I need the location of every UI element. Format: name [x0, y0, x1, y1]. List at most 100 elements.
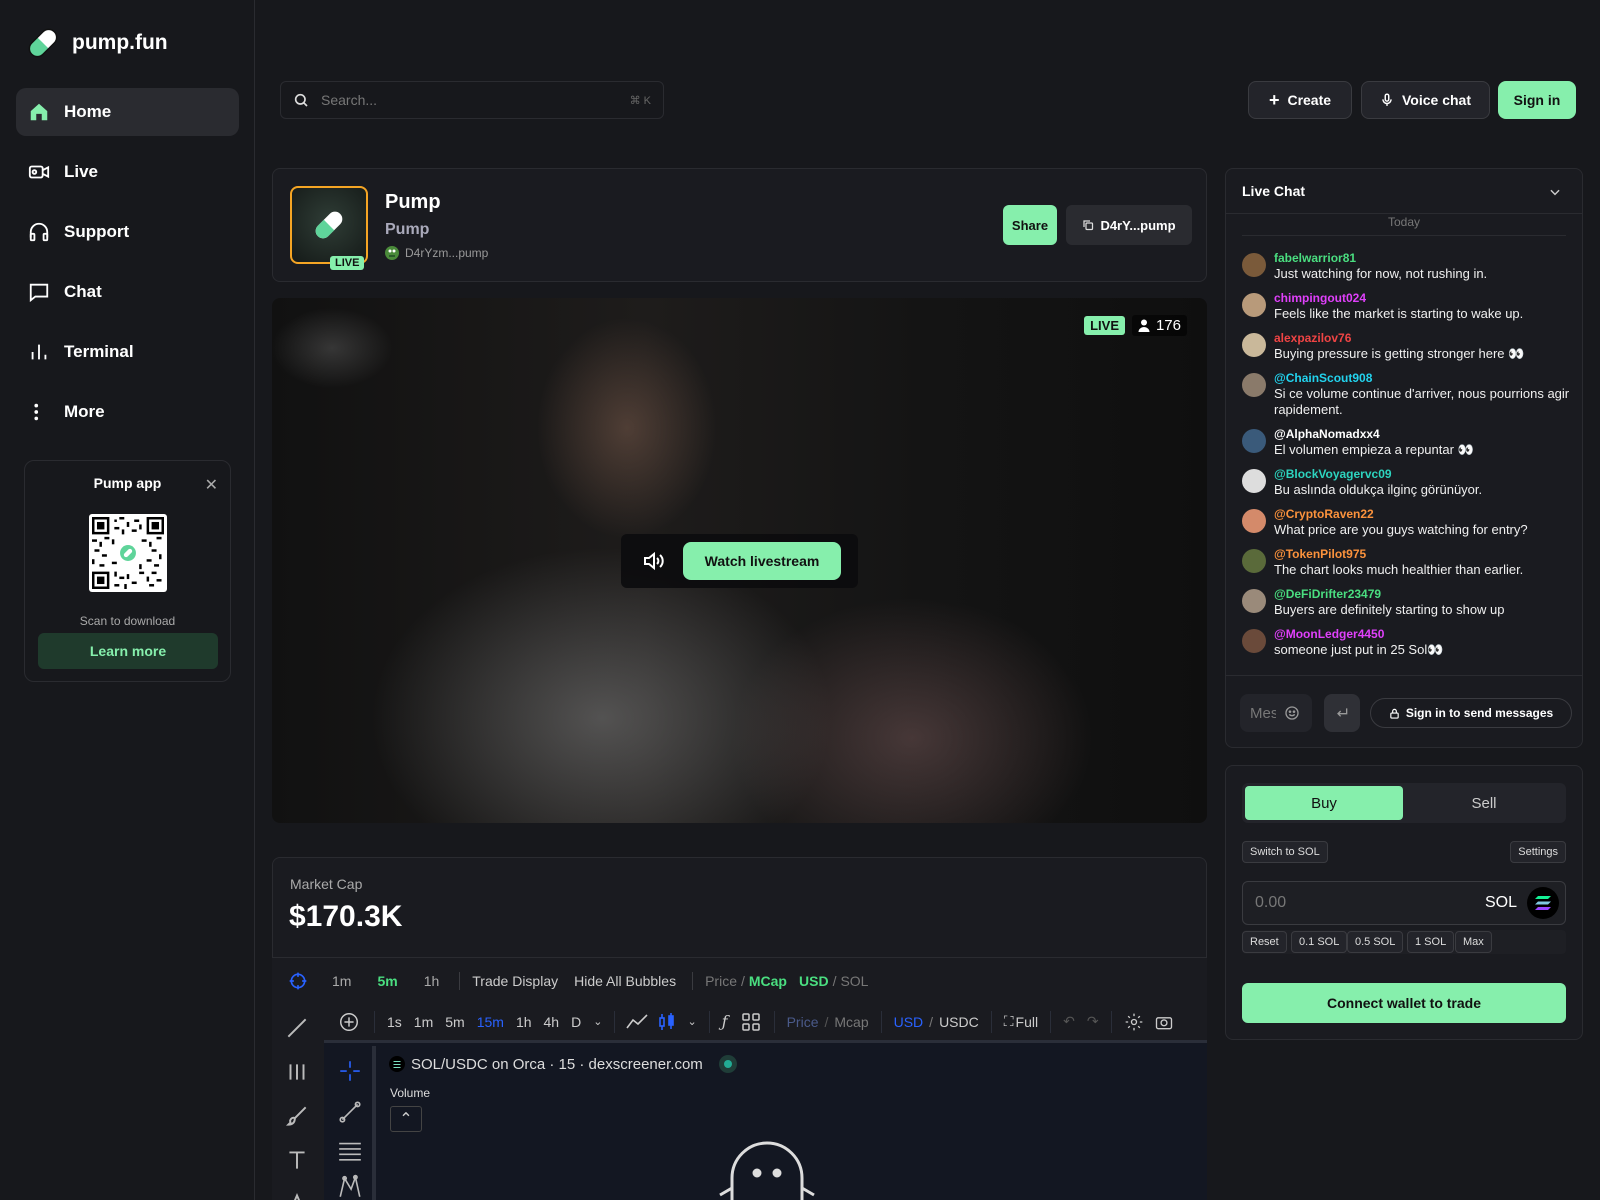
- chat-username[interactable]: chimpingout024: [1274, 291, 1523, 305]
- settings-button[interactable]: Settings: [1510, 841, 1566, 863]
- hide-bubbles-toggle[interactable]: Hide All Bubbles: [574, 973, 676, 989]
- watch-livestream-button[interactable]: Watch livestream: [683, 542, 841, 580]
- fib-lines-icon[interactable]: [337, 1137, 363, 1163]
- switch-to-sol-button[interactable]: Switch to SOL: [1242, 841, 1328, 863]
- avatar[interactable]: [1242, 549, 1266, 573]
- quick-reset-button[interactable]: Reset: [1242, 931, 1287, 953]
- chart-mcap-toggle[interactable]: Mcap: [834, 1014, 868, 1030]
- fullscreen-icon[interactable]: ⛶: [1004, 1013, 1014, 1030]
- interval-15m[interactable]: 15m: [477, 1014, 504, 1030]
- chart-price-toggle[interactable]: Price: [787, 1014, 819, 1030]
- chat-username[interactable]: @CryptoRaven22: [1274, 507, 1528, 521]
- chart-usd-toggle[interactable]: USD: [894, 1014, 924, 1030]
- copy-contract-button[interactable]: D4rY...pump: [1066, 205, 1192, 245]
- nav-item-chat[interactable]: Chat: [16, 268, 239, 316]
- pattern-tool-icon[interactable]: [337, 1174, 363, 1200]
- amount-input[interactable]: [1255, 894, 1485, 912]
- buy-tab[interactable]: Buy: [1245, 786, 1403, 820]
- vertical-lines-icon[interactable]: [284, 1059, 310, 1085]
- avatar[interactable]: [1242, 373, 1266, 397]
- settings-gear-icon[interactable]: [1124, 1012, 1144, 1032]
- share-button[interactable]: Share: [1003, 205, 1057, 245]
- chat-username[interactable]: @DeFiDrifter23479: [1274, 587, 1505, 601]
- arrow-tool-icon[interactable]: [284, 1189, 310, 1200]
- chat-username[interactable]: @ChainScout908: [1274, 371, 1570, 385]
- avatar[interactable]: [1242, 629, 1266, 653]
- chat-username[interactable]: fabelwarrior81: [1274, 251, 1487, 265]
- nav-item-support[interactable]: Support: [16, 208, 239, 256]
- candlestick-icon[interactable]: [657, 1012, 677, 1032]
- function-icon[interactable]: ƒ: [722, 1012, 728, 1031]
- interval-1h[interactable]: 1h: [516, 1014, 532, 1030]
- fullscreen-label[interactable]: Full: [1016, 1014, 1039, 1030]
- interval-d[interactable]: D: [571, 1014, 581, 1030]
- quick-1-sol-button[interactable]: 1 SOL: [1407, 931, 1455, 953]
- token-creator[interactable]: D4rYzm...pump: [385, 246, 488, 260]
- sign-in-button[interactable]: Sign in: [1498, 81, 1576, 119]
- nav-item-home[interactable]: Home: [16, 88, 239, 136]
- quick-max-button[interactable]: Max: [1455, 931, 1492, 953]
- learn-more-button[interactable]: Learn more: [38, 633, 218, 669]
- avatar[interactable]: [1242, 333, 1266, 357]
- chat-username[interactable]: alexpazilov76: [1274, 331, 1524, 345]
- trendline-icon[interactable]: [284, 1015, 310, 1041]
- voice-chat-button[interactable]: Voice chat: [1361, 81, 1490, 119]
- chart-usdc-toggle[interactable]: USDC: [939, 1014, 979, 1030]
- timeframe-5m[interactable]: 5m: [377, 973, 397, 989]
- segment-tool-icon[interactable]: [337, 1099, 363, 1125]
- livestream-player[interactable]: LIVE 176 Watch livestream: [272, 298, 1207, 823]
- layout-grid-icon[interactable]: [741, 1012, 760, 1031]
- timeframe-1h[interactable]: 1h: [424, 973, 440, 989]
- trade-display-toggle[interactable]: Trade Display: [472, 973, 558, 989]
- quick-0.1-sol-button[interactable]: 0.1 SOL: [1291, 931, 1348, 953]
- emoji-icon[interactable]: [1284, 705, 1300, 721]
- avatar[interactable]: [1242, 429, 1266, 453]
- search-input[interactable]: [321, 92, 618, 108]
- chat-username[interactable]: @MoonLedger4450: [1274, 627, 1443, 641]
- volume-icon[interactable]: [641, 549, 665, 573]
- interval-1s[interactable]: 1s: [387, 1014, 402, 1030]
- chevron-down-icon[interactable]: [1548, 185, 1562, 199]
- chart-type-chevron-icon[interactable]: ⌄: [687, 1015, 696, 1028]
- nav-item-terminal[interactable]: Terminal: [16, 328, 239, 376]
- avatar[interactable]: [1242, 253, 1266, 277]
- sol-toggle[interactable]: SOL: [840, 973, 868, 989]
- avatar[interactable]: [1242, 509, 1266, 533]
- camera-icon[interactable]: [1154, 1012, 1174, 1032]
- sign-in-to-chat-button[interactable]: Sign in to send messages: [1370, 698, 1572, 728]
- quick-0.5-sol-button[interactable]: 0.5 SOL: [1347, 931, 1404, 953]
- price-toggle[interactable]: Price: [705, 973, 737, 989]
- interval-4h[interactable]: 4h: [544, 1014, 560, 1030]
- line-chart-icon[interactable]: [625, 1012, 649, 1032]
- timeframe-1m[interactable]: 1m: [332, 973, 351, 989]
- search-bar[interactable]: ⌘ K: [280, 81, 664, 119]
- redo-icon[interactable]: ↷: [1087, 1013, 1099, 1030]
- close-icon[interactable]: ✕: [205, 475, 218, 495]
- logo[interactable]: pump.fun: [24, 24, 168, 62]
- usd-toggle[interactable]: USD: [799, 973, 829, 989]
- send-enter-icon[interactable]: [1324, 694, 1360, 732]
- nav-item-live[interactable]: Live: [16, 148, 239, 196]
- chat-username[interactable]: @BlockVoyagervc09: [1274, 467, 1482, 481]
- avatar[interactable]: [1242, 469, 1266, 493]
- mcap-toggle[interactable]: MCap: [749, 973, 787, 989]
- interval-dropdown-chevron-icon[interactable]: ⌄: [593, 1015, 602, 1028]
- avatar[interactable]: [1242, 293, 1266, 317]
- amount-field[interactable]: SOL: [1242, 881, 1566, 925]
- brush-icon[interactable]: [284, 1103, 310, 1129]
- avatar[interactable]: [1242, 589, 1266, 613]
- collapse-chevron-up-icon[interactable]: ⌃: [390, 1106, 422, 1132]
- nav-item-more[interactable]: More: [16, 388, 239, 436]
- undo-icon[interactable]: ↶: [1063, 1013, 1075, 1030]
- chat-username[interactable]: @TokenPilot975: [1274, 547, 1523, 561]
- message-input[interactable]: Message: [1240, 694, 1312, 732]
- chat-username[interactable]: @AlphaNomadxx4: [1274, 427, 1474, 441]
- connect-wallet-button[interactable]: Connect wallet to trade: [1242, 983, 1566, 1023]
- add-indicator-icon[interactable]: [338, 1011, 360, 1033]
- crosshair-icon[interactable]: [337, 1058, 363, 1084]
- crosshair-target-icon[interactable]: [288, 971, 308, 991]
- sell-tab[interactable]: Sell: [1405, 786, 1563, 820]
- interval-1m[interactable]: 1m: [414, 1014, 433, 1030]
- text-tool-icon[interactable]: [284, 1147, 310, 1173]
- interval-5m[interactable]: 5m: [445, 1014, 464, 1030]
